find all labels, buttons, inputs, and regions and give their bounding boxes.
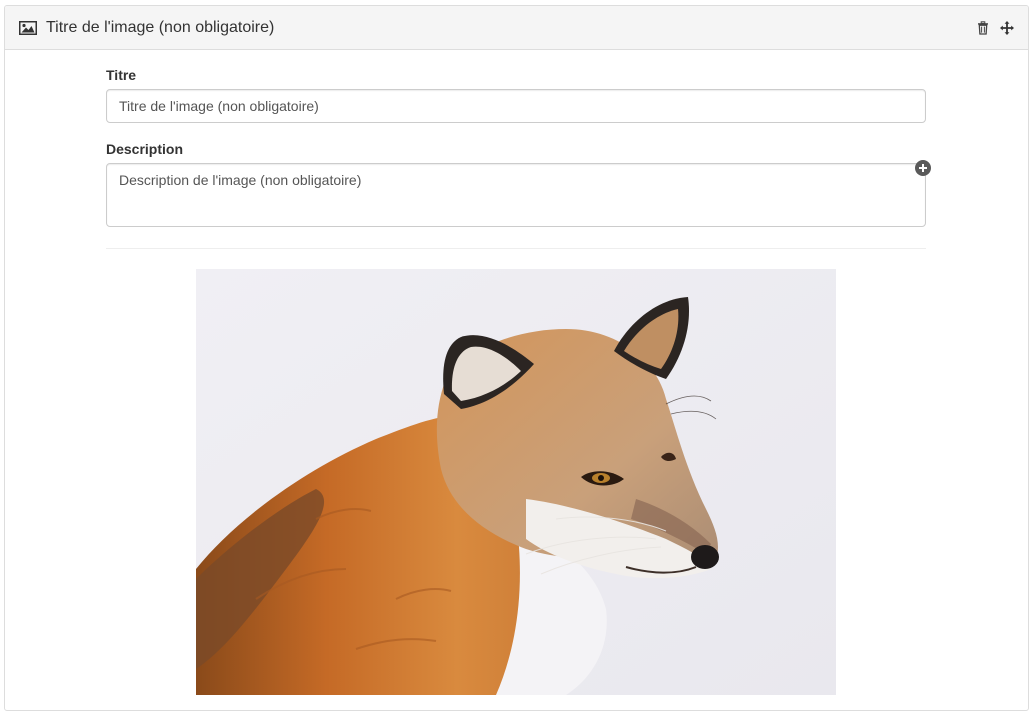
panel-title: Titre de l'image (non obligatoire) bbox=[46, 18, 275, 36]
divider bbox=[106, 248, 926, 249]
plus-circle-icon[interactable] bbox=[915, 160, 931, 176]
description-label: Description bbox=[106, 141, 184, 157]
panel-header: Titre de l'image (non obligatoire) bbox=[5, 6, 1028, 50]
fox-photo bbox=[196, 269, 836, 695]
trash-icon[interactable] bbox=[976, 20, 990, 35]
header-actions bbox=[976, 20, 1014, 35]
description-group: Description Description de l'image (non … bbox=[106, 141, 926, 232]
image-block-panel: Titre de l'image (non obligatoire) Titre… bbox=[4, 5, 1029, 711]
image-icon bbox=[19, 20, 37, 35]
title-group: Titre bbox=[106, 67, 926, 123]
title-input[interactable] bbox=[106, 89, 926, 123]
title-label: Titre bbox=[106, 67, 137, 83]
move-icon[interactable] bbox=[1000, 20, 1014, 35]
description-textarea[interactable]: Description de l'image (non obligatoire) bbox=[106, 163, 926, 227]
